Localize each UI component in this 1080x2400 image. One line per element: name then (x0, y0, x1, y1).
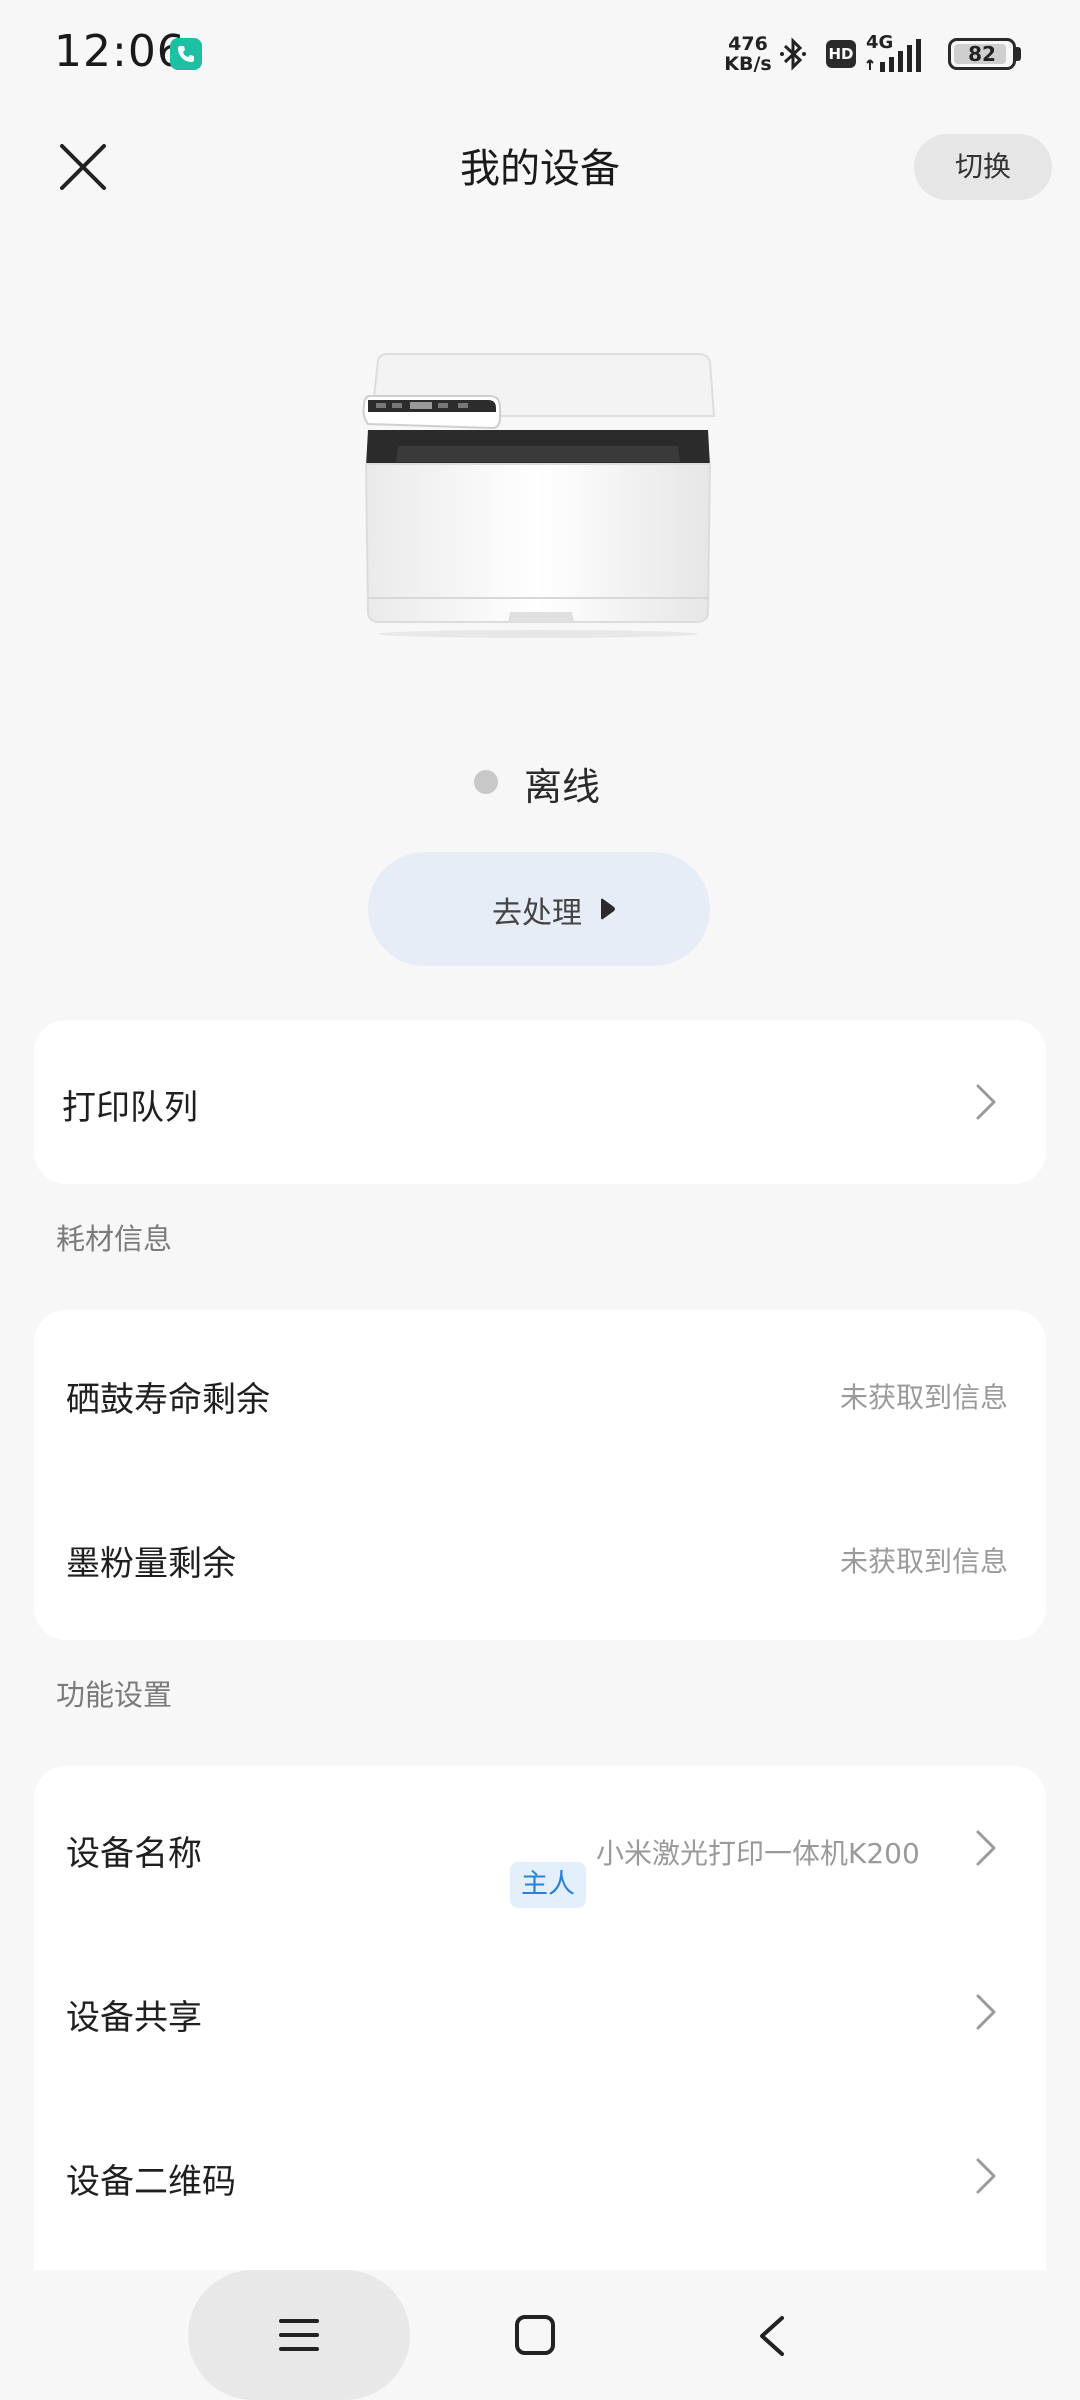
network-speed: 476 KB/s (720, 34, 776, 74)
print-queue-row[interactable]: 打印队列 (34, 1020, 1046, 1184)
go-handle-label: 去处理 (492, 896, 582, 931)
page-title: 我的设备 (460, 146, 620, 192)
close-icon (60, 144, 106, 190)
drum-life-label: 硒鼓寿命剩余 (66, 1380, 270, 1420)
device-share-row[interactable]: 设备共享 (34, 1930, 1046, 2094)
go-handle-button[interactable]: 去处理 (368, 852, 710, 966)
status-bar: 12:06 476 KB/s HD 4G 82 (0, 0, 1080, 110)
back-arrow-icon[interactable] (754, 2314, 790, 2358)
toner-level-label: 墨粉量剩余 (66, 1544, 236, 1584)
device-name-row[interactable]: 设备名称 主人 小米激光打印一体机K200 (34, 1766, 1046, 1930)
menu-icon (279, 2319, 319, 2351)
nav-menu-button[interactable] (188, 2270, 410, 2400)
signal-strength-icon (866, 39, 921, 72)
device-status: 离线 (524, 765, 601, 809)
status-time: 12:06 (54, 26, 186, 77)
device-qrcode-row[interactable]: 设备二维码 (34, 2094, 1046, 2258)
network-speed-value: 476 (728, 33, 768, 55)
close-button[interactable] (50, 134, 116, 200)
hd-voice-badge: HD (826, 40, 856, 68)
offline-status-dot (474, 770, 498, 794)
battery-icon: 82 (948, 38, 1016, 70)
device-qrcode-label: 设备二维码 (66, 2162, 236, 2202)
drum-life-value: 未获取到信息 (840, 1381, 1009, 1414)
device-name-label: 设备名称 (66, 1834, 202, 1874)
device-name-value: 小米激光打印一体机K200 (596, 1837, 920, 1870)
bluetooth-icon (780, 37, 806, 71)
consumables-section-label: 耗材信息 (56, 1222, 173, 1256)
settings-section-label: 功能设置 (56, 1678, 173, 1712)
consumables-card: 硒鼓寿命剩余 未获取到信息 墨粉量剩余 未获取到信息 (34, 1310, 1046, 1640)
chevron-right-icon (976, 2158, 996, 2194)
chevron-right-icon (976, 1084, 996, 1120)
device-share-label: 设备共享 (66, 1998, 202, 2038)
home-square-icon[interactable] (514, 2314, 556, 2356)
printer-image (362, 353, 716, 638)
toner-level-value: 未获取到信息 (840, 1545, 1009, 1578)
network-speed-unit: KB/s (724, 53, 772, 75)
switch-device-button[interactable]: 切换 (914, 134, 1052, 200)
call-notification-icon (170, 38, 202, 70)
battery-tip (1016, 47, 1021, 61)
chevron-right-icon (976, 1994, 996, 2030)
settings-card: 设备名称 主人 小米激光打印一体机K200 设备共享 设备二维码 (34, 1766, 1046, 2326)
owner-tag: 主人 (510, 1862, 586, 1908)
print-queue-label: 打印队列 (62, 1088, 198, 1128)
battery-level: 82 (968, 42, 996, 66)
chevron-right-icon (976, 1830, 996, 1866)
play-arrow-icon (601, 898, 615, 920)
